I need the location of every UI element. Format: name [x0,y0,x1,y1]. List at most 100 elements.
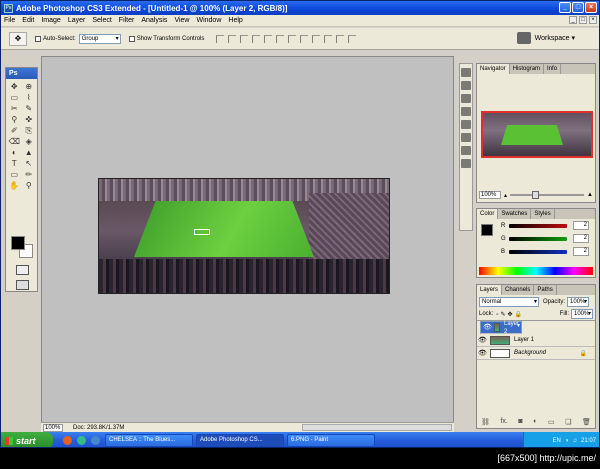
distribute-top-icon[interactable] [288,34,297,43]
channel-slider-g[interactable] [509,236,567,241]
taskbar-item-photoshop[interactable]: Adobe Photoshop CS... [196,434,284,447]
delete-layer-icon[interactable]: 🗑 [582,418,591,426]
zoom-tool-icon[interactable]: ⚲ [23,181,36,190]
navigator-zoom-field[interactable]: 100% [479,191,501,199]
slice-tool-icon[interactable]: ✎ [23,104,36,113]
navigator-preview[interactable] [481,111,593,158]
minimize-button[interactable]: _ [559,2,571,13]
tab-info[interactable]: Info [544,64,562,74]
taskbar-item-paint[interactable]: 6.PNG - Paint [287,434,375,447]
visibility-eye-icon[interactable]: 👁 [483,324,492,332]
layer-comps-icon[interactable] [461,159,471,168]
blend-mode-dropdown[interactable]: Normal [479,296,539,307]
tool-presets-icon[interactable] [461,94,471,103]
marquee-tool-icon[interactable]: ▭ [8,93,21,102]
opacity-field[interactable]: 100% [567,296,590,307]
layer-row-layer-1[interactable]: 👁 Layer 1 [477,334,595,347]
bridge-icon[interactable] [516,32,531,44]
layer-row-background[interactable]: 👁 Background 🔒 [477,347,595,360]
menu-window[interactable]: Window [196,17,221,24]
history-brush-tool-icon[interactable]: ⎘ [23,126,36,135]
status-zoom-field[interactable]: 100% [43,423,63,432]
toolbox-header[interactable]: Ps [6,68,37,79]
menu-view[interactable]: View [174,17,189,24]
lasso-tool-icon[interactable]: ⌇ [23,93,36,102]
stadium-image-document[interactable] [98,178,390,294]
fill-field[interactable]: 100% [571,309,593,319]
gradient-tool-icon[interactable]: ◈ [23,137,36,146]
firefox-quicklaunch-icon[interactable] [63,436,72,445]
tab-histogram[interactable]: Histogram [510,64,545,74]
taskbar-item-chelsea[interactable]: CHELSEA :: The Blues... [105,434,193,447]
auto-select-checkbox[interactable] [35,35,41,42]
menu-help[interactable]: Help [228,17,242,24]
menu-select[interactable]: Select [92,17,111,24]
quicklaunch-icon-2[interactable] [77,436,86,445]
healing-tool-icon[interactable]: ⚲ [8,115,21,124]
channel-slider-b[interactable] [509,249,567,254]
canvas-area[interactable] [41,56,454,423]
fx-icon[interactable]: fx. [500,418,507,426]
add-mask-icon[interactable]: ◙ [518,418,522,426]
new-group-icon[interactable]: ▭ [548,418,555,426]
visibility-eye-icon[interactable]: 👁 [477,336,488,344]
actions-panel-icon[interactable] [461,81,471,90]
paragraph-panel-icon[interactable] [461,146,471,155]
shape-tool-icon[interactable]: ▭ [8,170,21,179]
channel-value-b[interactable]: 2 [573,247,589,256]
move-tool-preset-icon[interactable]: ✥ [9,31,27,46]
clone-source-icon[interactable] [461,120,471,129]
align-bottom-icon[interactable] [240,34,249,43]
tab-paths[interactable]: Paths [534,285,557,295]
tab-color[interactable]: Color [477,209,499,219]
dodge-tool-icon[interactable]: ◐ [8,148,21,157]
history-panel-icon[interactable] [461,68,471,77]
align-vcenter-icon[interactable] [228,34,237,43]
close-button[interactable]: × [585,2,597,13]
menu-analysis[interactable]: Analysis [141,17,167,24]
brushes-panel-icon[interactable] [461,107,471,116]
menu-filter[interactable]: Filter [119,17,135,24]
tab-styles[interactable]: Styles [531,209,555,219]
pen-tool-icon[interactable]: ▲ [23,148,36,157]
zoom-in-icon[interactable]: ▲ [587,192,593,198]
menu-edit[interactable]: Edit [22,17,34,24]
window-titlebar[interactable]: Ps Adobe Photoshop CS3 Extended - [Untit… [1,1,599,15]
target-tool-icon[interactable]: ⊕ [23,82,36,91]
align-top-icon[interactable] [216,34,225,43]
tray-icon[interactable]: ♫ [572,438,577,444]
align-hcenter-icon[interactable] [264,34,273,43]
zoom-out-icon[interactable]: ▴ [504,192,507,199]
clock[interactable]: 21:07 [581,438,596,444]
screen-mode-icon[interactable] [16,280,29,290]
layer-row-layer-2[interactable]: 👁 Layer 2 [480,320,522,336]
visibility-eye-icon[interactable]: 👁 [477,349,488,357]
tab-navigator[interactable]: Navigator [477,64,510,74]
distribute-right-icon[interactable] [348,34,357,43]
menu-layer[interactable]: Layer [68,17,86,24]
doc-close-button[interactable]: × [589,16,597,24]
language-indicator[interactable]: EN [553,438,561,444]
hand-tool-icon[interactable]: ✋ [8,181,21,190]
tab-layers[interactable]: Layers [477,285,503,295]
menu-image[interactable]: Image [41,17,60,24]
maximize-button[interactable]: □ [572,2,584,13]
zoom-slider[interactable] [510,191,585,199]
notes-tool-icon[interactable]: ✏ [23,170,36,179]
adjustment-layer-icon[interactable]: ◐ [533,418,537,426]
foreground-color-swatch[interactable] [11,236,25,250]
distribute-left-icon[interactable] [324,34,333,43]
horizontal-scrollbar[interactable] [302,424,452,431]
crop-tool-icon[interactable]: ✂ [8,104,21,113]
eraser-tool-icon[interactable]: ⌫ [8,137,21,146]
character-panel-icon[interactable] [461,133,471,142]
layer-name[interactable]: Layer 1 [514,337,534,343]
auto-select-dropdown[interactable]: Group [78,33,121,44]
tab-swatches[interactable]: Swatches [498,209,532,219]
distribute-hcenter-icon[interactable] [336,34,345,43]
doc-size-info[interactable]: Doc: 293.8K/1.37M [73,425,124,431]
tray-icon[interactable]: ◑ [565,438,569,444]
quick-mask-icon[interactable] [16,265,29,275]
quicklaunch-icon-3[interactable] [91,436,100,445]
layer-name[interactable]: Layer 2 [504,320,519,336]
